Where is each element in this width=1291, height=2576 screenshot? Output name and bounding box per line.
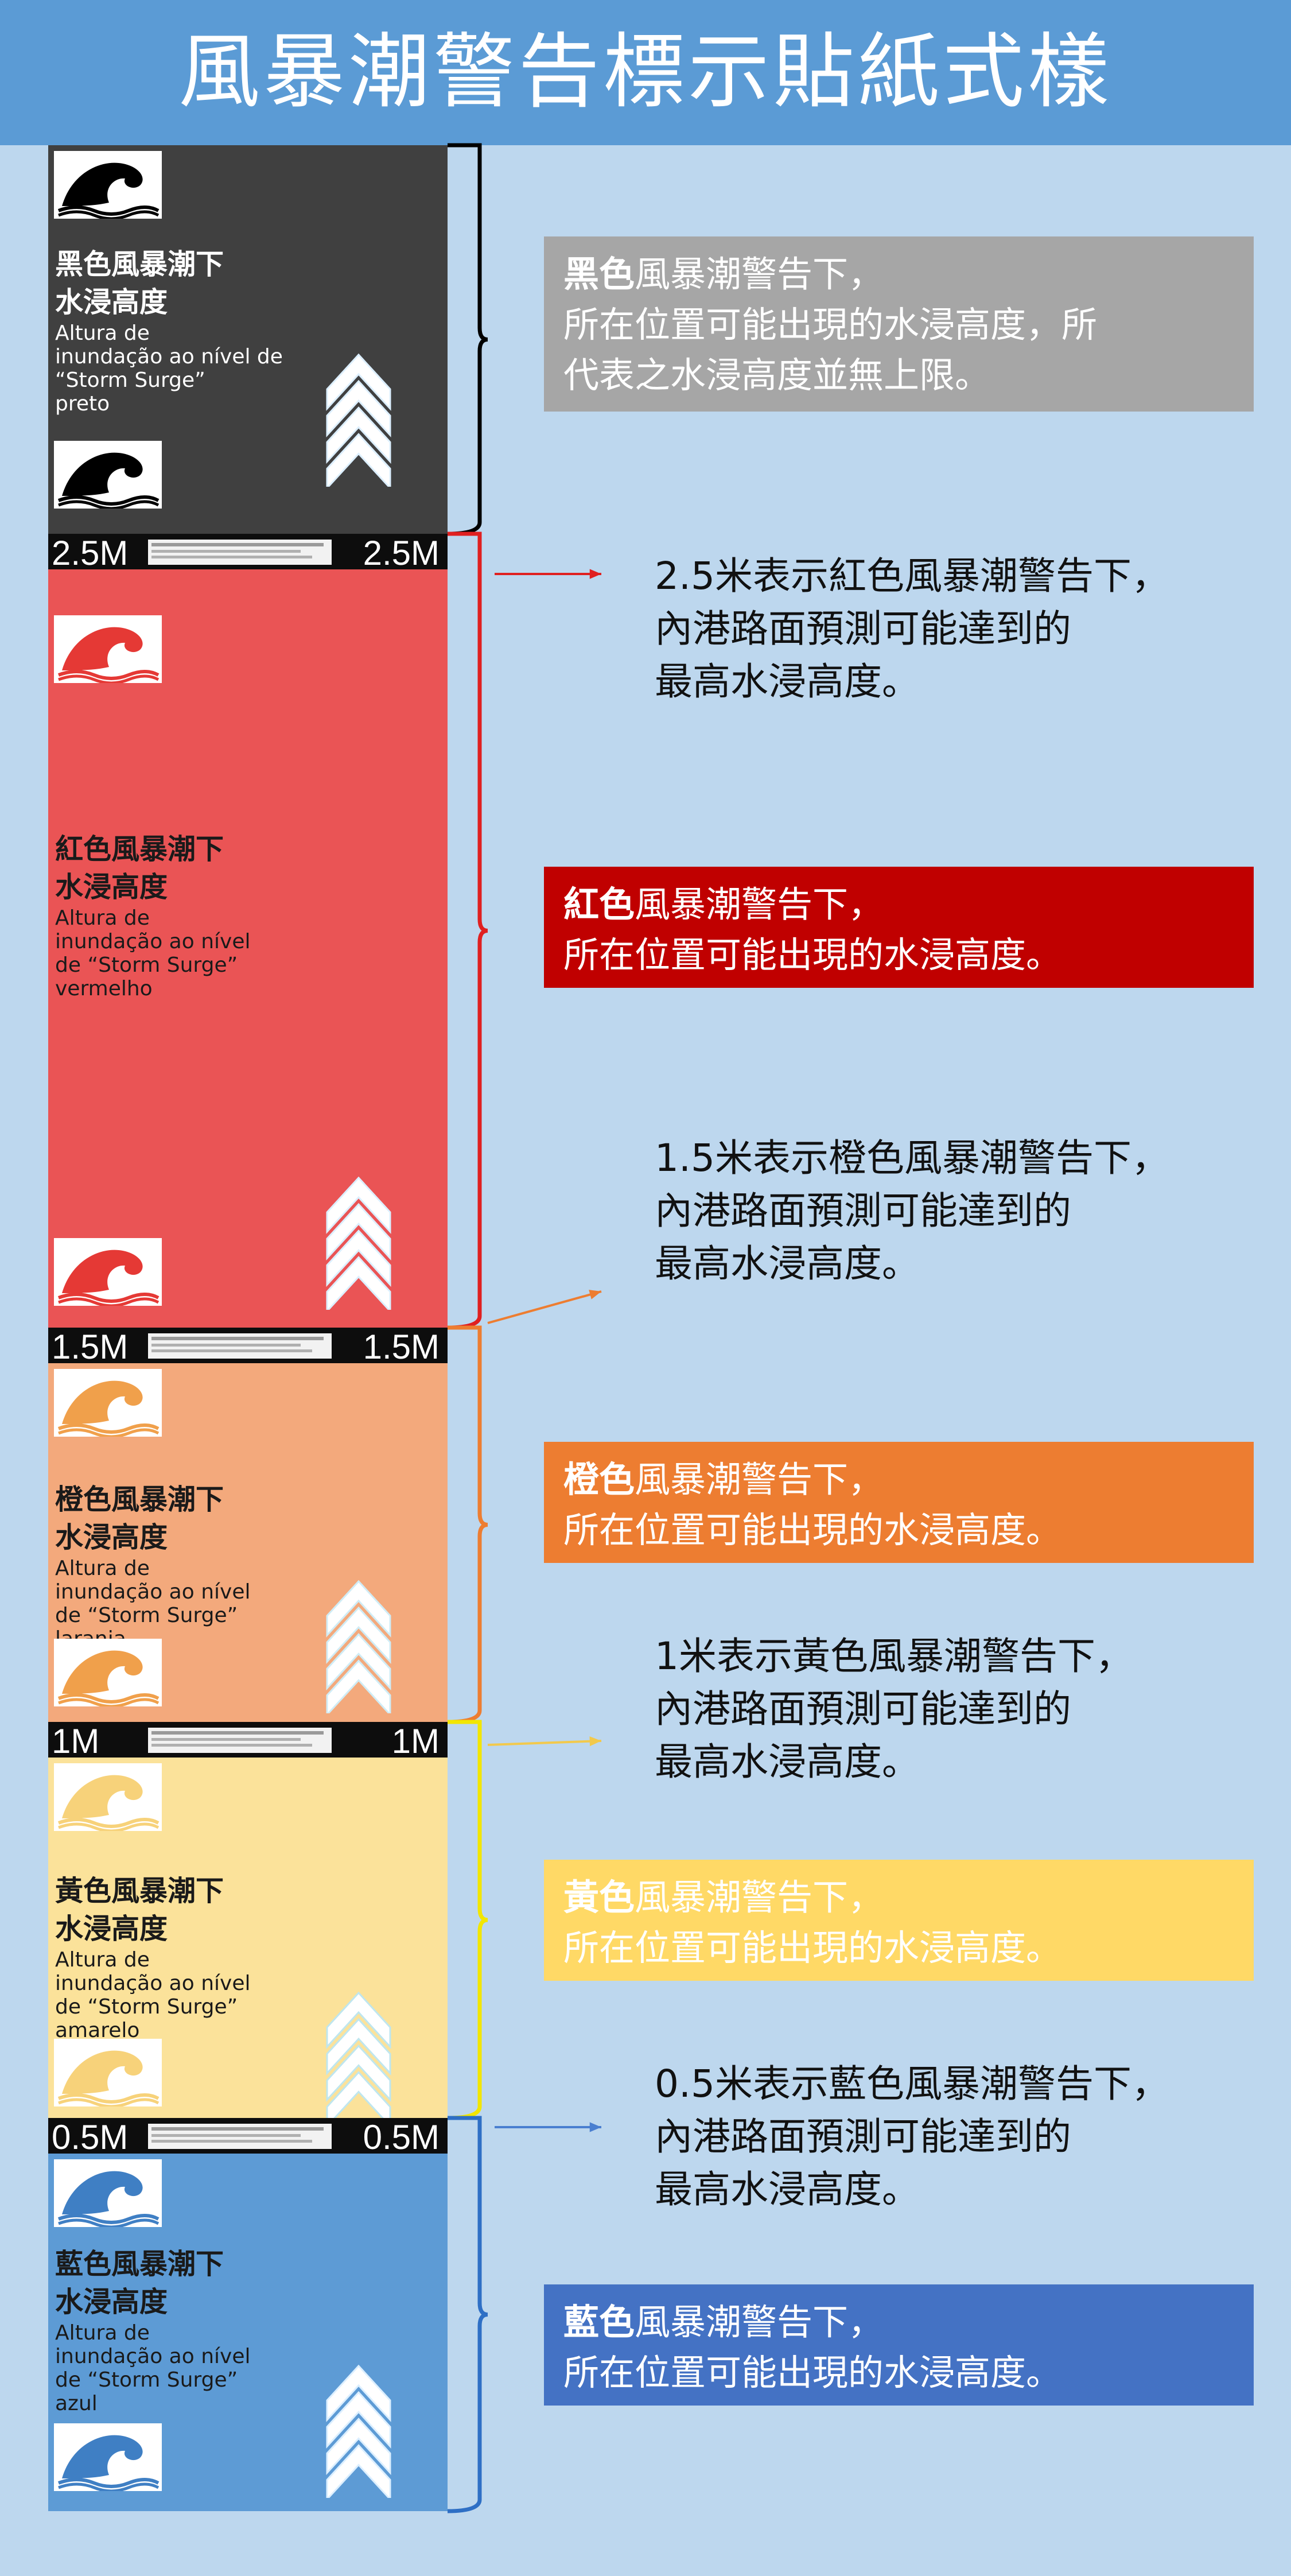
section-label: 黃色風暴潮下 水浸高度 Altura de inundação ao nível … bbox=[55, 1872, 251, 2042]
height-marker-bar: 0.5M 0.5M bbox=[48, 2118, 448, 2156]
description-box-text: 風暴潮警告下， 所在位置可能出現的水浸高度。 bbox=[563, 883, 1062, 976]
bracket bbox=[447, 143, 488, 536]
section-label-zh: 藍色風暴潮下 水浸高度 bbox=[55, 2248, 224, 2318]
fine-print-placard bbox=[148, 1333, 332, 1359]
height-marker-left: 2.5M bbox=[52, 534, 129, 572]
fine-print-placard bbox=[148, 540, 332, 565]
description-box-text: 風暴潮警告下， 所在位置可能出現的水浸高度。 bbox=[563, 2301, 1062, 2393]
height-marker-left: 1M bbox=[52, 1722, 100, 1760]
height-note: 0.5米表示藍色風暴潮警告下， 內港路面預測可能達到的 最高水浸高度。 bbox=[655, 2062, 1169, 2212]
chevron-up-icon bbox=[321, 1987, 396, 2129]
header: 風暴潮警告標示貼紙式樣 bbox=[0, 0, 1291, 145]
section-label: 藍色風暴潮下 水浸高度 Altura de inundação ao nível … bbox=[55, 2245, 251, 2415]
height-marker-bar: 1M 1M bbox=[48, 1722, 448, 1760]
wave-icon bbox=[54, 2039, 162, 2108]
section-label-zh: 紅色風暴潮下 水浸高度 bbox=[55, 833, 224, 903]
sticker-section-red: 紅色風暴潮下 水浸高度 Altura de inundação ao nível … bbox=[48, 569, 448, 1328]
description-box-text: 風暴潮警告下， 所在位置可能出現的水浸高度。 bbox=[563, 1458, 1062, 1551]
bracket bbox=[447, 1720, 488, 2120]
height-note: 1米表示黃色風暴潮警告下， 內港路面預測可能達到的 最高水浸高度。 bbox=[655, 1634, 1133, 1784]
height-marker-bar: 2.5M 2.5M bbox=[48, 534, 448, 572]
wave-icon bbox=[54, 1639, 162, 1708]
chevron-up-icon bbox=[321, 1172, 396, 1314]
warning-sticker: 黑色風暴潮下 水浸高度 Altura de inundação ao nível … bbox=[48, 145, 448, 2511]
wave-icon bbox=[54, 2159, 162, 2229]
height-note: 2.5米表示紅色風暴潮警告下， 內港路面預測可能達到的 最高水浸高度。 bbox=[655, 554, 1169, 704]
section-label-zh: 黑色風暴潮下 水浸高度 bbox=[55, 248, 224, 319]
fine-print-placard bbox=[148, 2124, 332, 2149]
height-marker-left: 0.5M bbox=[52, 2118, 129, 2156]
chevron-up-icon bbox=[321, 2360, 396, 2502]
arrow-icon bbox=[487, 1290, 602, 1324]
wave-icon bbox=[54, 151, 162, 220]
section-label: 紅色風暴潮下 水浸高度 Altura de inundação ao nível … bbox=[55, 831, 251, 1000]
section-label-pt: Altura de inundação ao nível de “Storm S… bbox=[55, 1557, 251, 1651]
sticker-section-orange: 橙色風暴潮下 水浸高度 Altura de inundação ao nível … bbox=[48, 1363, 448, 1722]
description-box-text: 風暴潮警告下， 所在位置可能出現的水浸高度，所 代表之水浸高度並無上限。 bbox=[563, 253, 1098, 396]
description-box: 藍色風暴潮警告下， 所在位置可能出現的水浸高度。 bbox=[544, 2284, 1254, 2406]
section-label: 黑色風暴潮下 水浸高度 Altura de inundação ao nível … bbox=[55, 246, 283, 416]
chevron-up-icon bbox=[321, 349, 396, 491]
wave-icon bbox=[54, 615, 162, 685]
section-label: 橙色風暴潮下 水浸高度 Altura de inundação ao nível … bbox=[55, 1481, 251, 1651]
height-marker-bar: 1.5M 1.5M bbox=[48, 1328, 448, 1366]
height-marker-right: 1.5M bbox=[363, 1328, 440, 1366]
description-box: 紅色風暴潮警告下， 所在位置可能出現的水浸高度。 bbox=[544, 867, 1254, 988]
wave-icon bbox=[54, 1369, 162, 1438]
section-label-pt: Altura de inundação ao nível de “Storm S… bbox=[55, 2321, 251, 2415]
description-box-color: 橙色 bbox=[563, 1458, 635, 1500]
description-box: 橙色風暴潮警告下， 所在位置可能出現的水浸高度。 bbox=[544, 1442, 1254, 1563]
section-label-zh: 橙色風暴潮下 水浸高度 bbox=[55, 1483, 224, 1554]
wave-icon bbox=[54, 1763, 162, 1833]
arrow-icon bbox=[495, 2122, 601, 2132]
wave-icon bbox=[54, 441, 162, 510]
section-label-zh: 黃色風暴潮下 水浸高度 bbox=[55, 1875, 224, 1945]
description-box-color: 紅色 bbox=[563, 883, 635, 925]
sticker-section-black: 黑色風暴潮下 水浸高度 Altura de inundação ao nível … bbox=[48, 145, 448, 534]
section-label-pt: Altura de inundação ao nível de “Storm S… bbox=[55, 1948, 251, 2042]
bracket bbox=[447, 2116, 488, 2513]
bracket bbox=[447, 532, 488, 1330]
sticker-section-blue: 藍色風暴潮下 水浸高度 Altura de inundação ao nível … bbox=[48, 2154, 448, 2511]
description-box-color: 藍色 bbox=[563, 2301, 635, 2343]
description-box: 黃色風暴潮警告下， 所在位置可能出現的水浸高度。 bbox=[544, 1860, 1254, 1981]
height-marker-right: 2.5M bbox=[363, 534, 440, 572]
description-box-text: 風暴潮警告下， 所在位置可能出現的水浸高度。 bbox=[563, 1876, 1062, 1969]
sticker-section-yellow: 黃色風暴潮下 水浸高度 Altura de inundação ao nível … bbox=[48, 1758, 448, 2129]
section-label-pt: Altura de inundação ao nível de “Storm S… bbox=[55, 321, 283, 416]
height-note: 1.5米表示橙色風暴潮警告下， 內港路面預測可能達到的 最高水浸高度。 bbox=[655, 1136, 1169, 1286]
arrow-icon bbox=[495, 569, 601, 579]
bracket bbox=[447, 1325, 488, 1724]
wave-icon bbox=[54, 2423, 162, 2493]
height-marker-right: 1M bbox=[391, 1722, 440, 1760]
fine-print-placard bbox=[148, 1728, 332, 1753]
height-marker-right: 0.5M bbox=[363, 2118, 440, 2156]
description-box-color: 黃色 bbox=[563, 1876, 635, 1918]
description-box: 黑色風暴潮警告下， 所在位置可能出現的水浸高度，所 代表之水浸高度並無上限。 bbox=[544, 236, 1254, 412]
section-label-pt: Altura de inundação ao nível de “Storm S… bbox=[55, 906, 251, 1000]
chevron-up-icon bbox=[321, 1576, 396, 1717]
arrow-icon bbox=[487, 1736, 602, 1747]
height-marker-left: 1.5M bbox=[52, 1328, 129, 1366]
page-title: 風暴潮警告標示貼紙式樣 bbox=[178, 25, 1113, 119]
description-box-color: 黑色 bbox=[563, 253, 635, 295]
wave-icon bbox=[54, 1238, 162, 1308]
